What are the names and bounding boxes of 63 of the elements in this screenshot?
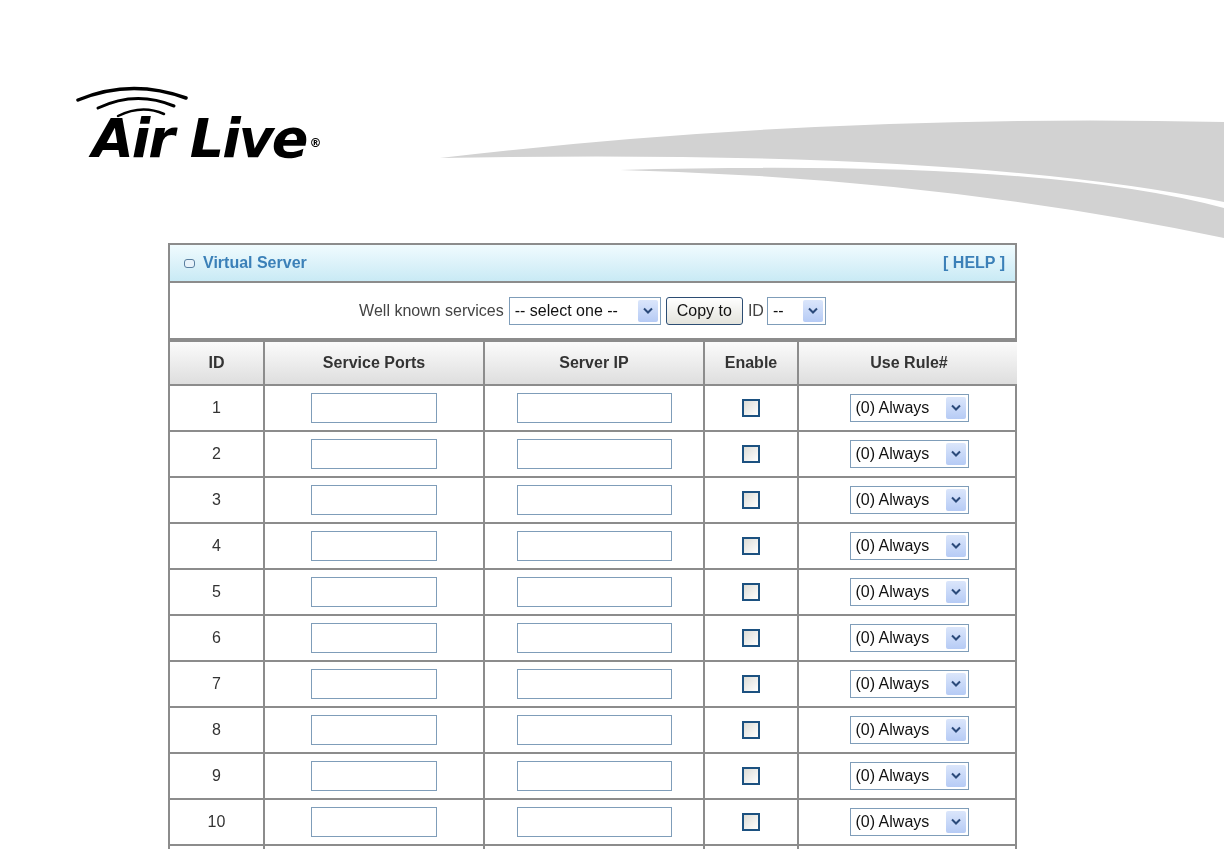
row-id: 2 [170, 431, 264, 477]
rule-select[interactable]: (0) Always [849, 394, 969, 422]
enable-checkbox[interactable] [742, 629, 760, 648]
id-select[interactable]: -- [766, 296, 826, 325]
column-header: Use Rule# [798, 341, 1017, 385]
rule-select[interactable]: (0) Always [849, 808, 969, 836]
bullet-icon [184, 258, 195, 268]
services-select[interactable]: -- select one -- [508, 296, 661, 325]
row-id: 1 [170, 385, 264, 431]
service-ports-field[interactable] [311, 577, 437, 607]
service-ports-field[interactable] [311, 807, 437, 837]
server-ip-field[interactable] [516, 715, 672, 745]
services-label: Well known services [359, 301, 504, 320]
id-label: ID [747, 301, 764, 320]
row-id: 5 [170, 569, 264, 615]
enable-checkbox[interactable] [742, 813, 760, 832]
server-ip-field[interactable] [516, 439, 672, 469]
rule-select[interactable]: (0) Always [849, 624, 969, 652]
server-ip-field[interactable] [516, 577, 672, 607]
rule-select[interactable]: (0) Always [849, 486, 969, 514]
enable-checkbox[interactable] [742, 767, 760, 786]
service-ports-field[interactable] [311, 531, 437, 561]
server-ip-field[interactable] [516, 393, 672, 423]
server-ip-field[interactable] [516, 669, 672, 699]
service-ports-field[interactable] [311, 715, 437, 745]
rule-select[interactable]: (0) Always [849, 440, 969, 468]
server-ip-field[interactable] [516, 531, 672, 561]
column-header: Enable [704, 341, 798, 385]
row-id: 3 [170, 477, 264, 523]
service-ports-field[interactable] [311, 393, 437, 423]
row-id: 6 [170, 615, 264, 661]
column-header: Server IP [484, 341, 704, 385]
column-header: ID [170, 341, 264, 385]
row-id: 7 [170, 661, 264, 707]
row-id: 10 [170, 799, 264, 845]
row-id: 9 [170, 753, 264, 799]
help-link[interactable]: [ HELP ] [943, 254, 1005, 272]
copy-to-button[interactable]: Copy to [665, 296, 743, 325]
server-ip-field[interactable] [516, 807, 672, 837]
service-ports-field[interactable] [311, 439, 437, 469]
rule-select[interactable]: (0) Always [849, 578, 969, 606]
enable-checkbox[interactable] [742, 721, 760, 740]
enable-checkbox[interactable] [742, 445, 760, 464]
service-ports-field[interactable] [311, 761, 437, 791]
rule-select[interactable]: (0) Always [849, 716, 969, 744]
enable-checkbox[interactable] [742, 491, 760, 510]
rule-select[interactable]: (0) Always [849, 532, 969, 560]
row-id: 8 [170, 707, 264, 753]
service-ports-field[interactable] [311, 485, 437, 515]
enable-checkbox[interactable] [742, 399, 760, 418]
enable-checkbox[interactable] [742, 537, 760, 556]
enable-checkbox[interactable] [742, 675, 760, 694]
column-header: Service Ports [264, 341, 484, 385]
panel-title: Virtual Server [203, 254, 307, 272]
service-ports-field[interactable] [311, 623, 437, 653]
server-ip-field[interactable] [516, 623, 672, 653]
service-ports-field[interactable] [311, 669, 437, 699]
server-ip-field[interactable] [516, 761, 672, 791]
rule-select[interactable]: (0) Always [849, 670, 969, 698]
enable-checkbox[interactable] [742, 583, 760, 602]
row-id: 4 [170, 523, 264, 569]
rule-select[interactable]: (0) Always [849, 762, 969, 790]
server-ip-field[interactable] [516, 485, 672, 515]
